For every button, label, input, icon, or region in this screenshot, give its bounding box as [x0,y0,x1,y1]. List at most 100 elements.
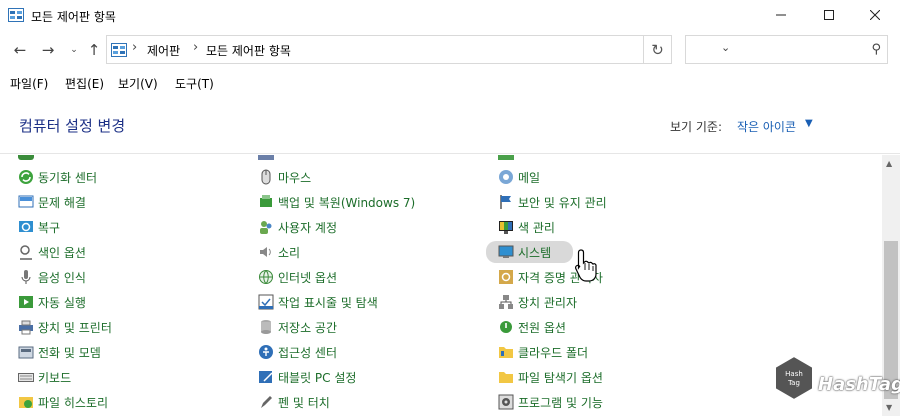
arrow-up-icon: ↑ [87,41,101,59]
arrow-left-icon: ← [13,41,27,59]
watermark-logo: Hash Tag HashTag [768,352,900,408]
item-file-history[interactable]: 파일 히스토리 [18,391,108,413]
refresh-button[interactable]: ↻ [643,35,671,64]
keyboard-icon [18,373,34,382]
menu-tools[interactable]: 도구(T) [175,75,214,92]
item-mail[interactable]: 메일 [498,166,540,188]
list-item[interactable] [498,155,518,163]
item-internet-options[interactable]: 인터넷 옵션 [258,266,337,288]
storage-icon [261,320,271,334]
maximize-icon [824,10,834,20]
item-system[interactable]: 시스템 [486,241,574,263]
item-icon [18,155,34,160]
item-work-folders[interactable]: 클라우드 폴더 [498,341,588,363]
item-sync-center[interactable]: 동기화 센터 [18,166,97,188]
window-title: 모든 제어판 항목 [31,10,116,24]
speaker-icon [260,247,271,257]
accessibility-icon [259,345,273,359]
item-ease-of-access[interactable]: 접근성 센터 [258,341,337,363]
item-color-management[interactable]: 색 관리 [498,216,555,238]
svg-text:Hash: Hash [785,370,803,378]
item-pen-touch[interactable]: 펜 및 터치 [258,391,330,413]
list-item[interactable] [18,155,38,163]
minimize-button[interactable] [758,0,804,30]
phone-modem-icon [18,346,34,359]
view-by-dropdown[interactable]: 작은 아이콘 [737,118,796,135]
item-indexing-options[interactable]: 색인 옵션 [18,241,86,263]
item-phone-modem[interactable]: 전화 및 모뎀 [18,341,101,363]
menu-view[interactable]: 보기(V) [118,75,158,92]
recent-locations-button[interactable]: ⌄ [64,40,84,60]
list-item[interactable] [258,155,278,163]
address-bar[interactable]: › 제어판 › 모든 제어판 항목 ⌄ [106,35,730,64]
flag-icon [500,195,511,209]
breadcrumb-control-panel[interactable]: 제어판 [147,42,180,59]
hand-cursor-icon [575,249,597,282]
item-speech-recognition[interactable]: 음성 인식 [18,266,86,288]
item-storage-spaces[interactable]: 저장소 공간 [258,316,337,338]
minimize-icon [776,14,786,16]
color-management-icon [499,221,513,234]
pen-icon [261,396,272,408]
item-taskbar-navigation[interactable]: 작업 표시줄 및 탐색 [258,291,378,313]
item-recovery[interactable]: 복구 [18,216,60,238]
item-autoplay[interactable]: 자동 실행 [18,291,86,313]
credential-manager-icon [499,270,513,284]
chevron-down-icon[interactable]: ▼ [805,118,813,129]
title-bar: 모든 제어판 항목 [0,0,900,30]
search-input[interactable]: ⚲ [685,35,888,64]
file-history-icon [19,397,33,408]
item-backup-restore[interactable]: 백업 및 복원(Windows 7) [258,191,415,213]
watermark-text: HashTag [818,374,900,395]
item-security-maintenance[interactable]: 보안 및 유지 관리 [498,191,607,213]
forward-button[interactable]: → [38,40,58,60]
item-device-manager[interactable]: 장치 관리자 [498,291,577,313]
close-button[interactable] [852,0,898,30]
control-panel-icon [111,43,127,57]
folder-icon [499,347,513,358]
menu-edit[interactable]: 편집(E) [65,75,104,92]
menu-bar: 파일(F) 편집(E) 보기(V) 도구(T) [0,72,900,94]
item-sound[interactable]: 소리 [258,241,300,263]
item-devices-printers[interactable]: 장치 및 프린터 [18,316,112,338]
mouse-icon [261,169,271,185]
item-icon [498,155,514,160]
autoplay-icon [19,296,33,308]
navigation-bar: ← → ⌄ ↑ › 제어판 › 모든 제어판 항목 ⌄ ↻ ⚲ [0,30,900,70]
sync-center-icon [19,170,33,184]
item-user-accounts[interactable]: 사용자 계정 [258,216,337,238]
chevron-right-icon: › [132,40,138,55]
up-button[interactable]: ↑ [84,40,104,60]
scroll-up-icon[interactable]: ▲ [886,159,892,168]
chevron-right-icon: › [193,40,199,55]
device-manager-icon [499,295,513,309]
item-power-options[interactable]: 전원 옵션 [498,316,566,338]
item-programs-features[interactable]: 프로그램 및 기능 [498,391,603,413]
globe-icon [259,270,273,284]
arrow-right-icon: → [41,41,55,59]
microphone-icon [21,270,31,284]
content-header: 컴퓨터 설정 변경 보기 기준: 작은 아이콘 ▼ [0,100,900,154]
control-panel-items: 동기화 센터 문제 해결 복구 색인 옵션 음성 인식 자동 실행 장치 및 프… [0,155,882,416]
indexing-options-icon [20,245,32,260]
item-mouse[interactable]: 마우스 [258,166,311,188]
item-troubleshooting[interactable]: 문제 해결 [18,191,86,213]
item-file-explorer-options[interactable]: 파일 탐색기 옵션 [498,366,603,388]
maximize-button[interactable] [806,0,852,30]
refresh-icon: ↻ [651,40,664,59]
close-icon [870,10,880,20]
hashtag-logo-icon: Hash Tag [774,354,814,402]
programs-features-icon [498,394,514,410]
control-panel-icon [8,8,24,22]
item-tablet-pc-settings[interactable]: 태블릿 PC 설정 [258,366,356,388]
svg-text:Tag: Tag [787,379,800,387]
back-button[interactable]: ← [10,40,30,60]
breadcrumb-all-items[interactable]: 모든 제어판 항목 [206,42,291,59]
taskbar-icon [258,294,274,310]
menu-file[interactable]: 파일(F) [10,75,48,92]
printer-icon [19,320,33,335]
power-options-icon [500,321,512,333]
search-icon: ⚲ [871,42,881,57]
page-title: 컴퓨터 설정 변경 [19,117,126,135]
item-keyboard[interactable]: 키보드 [18,366,71,388]
